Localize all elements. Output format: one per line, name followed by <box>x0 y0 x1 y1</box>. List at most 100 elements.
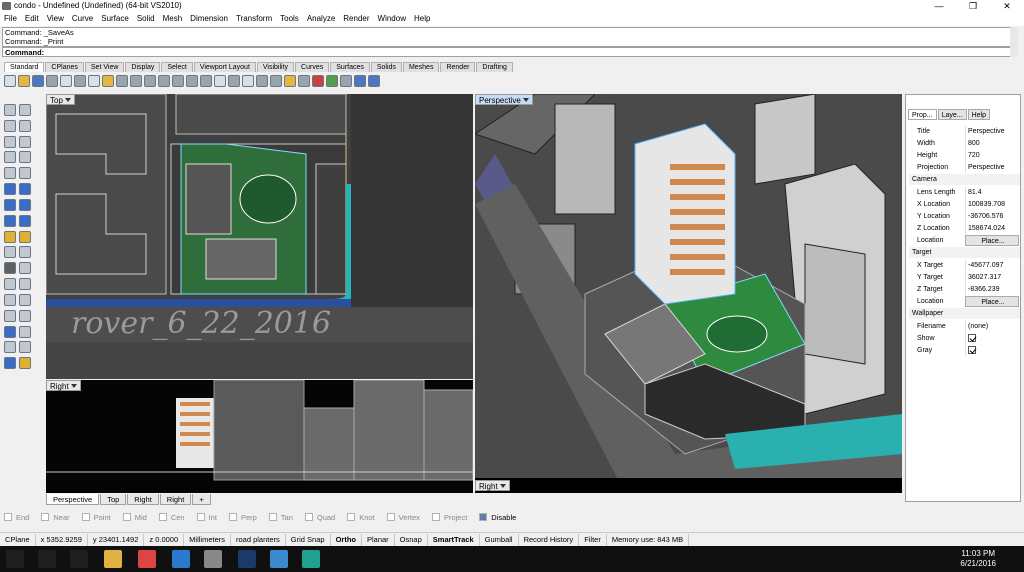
osnap-mid[interactable]: Mid <box>122 513 147 522</box>
tab-solids[interactable]: Solids <box>370 62 402 72</box>
open-file-icon[interactable] <box>18 75 30 87</box>
osnap-checkbox[interactable] <box>122 513 131 521</box>
edge-icon[interactable] <box>172 550 190 568</box>
command-input[interactable]: Command: <box>2 47 1016 57</box>
chevron-down-icon[interactable] <box>522 97 529 104</box>
surface-icon[interactable] <box>4 183 16 196</box>
task-view-icon[interactable] <box>70 550 88 568</box>
viewport-right-secondary[interactable]: Right <box>475 478 902 493</box>
filter-toggle[interactable]: Filter <box>579 533 607 546</box>
tab-viewport-layout[interactable]: Viewport Layout <box>193 62 256 72</box>
zoom-extents-icon[interactable] <box>186 75 198 87</box>
viewport-tab-top[interactable]: Top <box>100 494 127 505</box>
array-icon[interactable] <box>4 293 16 306</box>
menu-analyze[interactable]: Analyze <box>303 12 339 26</box>
zoom-icon[interactable] <box>158 75 170 87</box>
osnap-checkbox[interactable] <box>4 513 12 521</box>
osnap-knot[interactable]: Knot <box>347 513 375 522</box>
menu-curve[interactable]: Curve <box>68 12 97 26</box>
search-icon[interactable] <box>38 550 56 568</box>
tab-properties[interactable]: Prop... <box>908 109 937 120</box>
paste-icon[interactable] <box>102 75 114 87</box>
solid-icon[interactable] <box>19 198 31 211</box>
rotate-view-icon[interactable] <box>144 75 156 87</box>
check-icon[interactable] <box>19 341 31 354</box>
rotate-icon[interactable] <box>19 309 31 322</box>
osnap-quad[interactable]: Quad <box>304 513 335 522</box>
prop-value[interactable]: 100839.708 <box>965 199 1019 210</box>
prop-value[interactable]: 720 <box>965 150 1019 161</box>
tab-help[interactable]: Help <box>967 109 991 120</box>
mesh-icon[interactable] <box>4 230 16 243</box>
place-target-button[interactable]: Place... <box>965 296 1019 307</box>
osnap-end[interactable]: End <box>4 513 29 522</box>
record-history-toggle[interactable]: Record History <box>519 533 580 546</box>
photoshop-icon[interactable] <box>238 550 256 568</box>
osnap-checkbox[interactable] <box>228 513 237 521</box>
extrude-icon[interactable] <box>19 183 31 196</box>
osnap-point[interactable]: Point <box>81 513 111 522</box>
prop-value[interactable]: -45677.097 <box>965 260 1019 271</box>
menu-solid[interactable]: Solid <box>133 12 159 26</box>
rectangle-icon[interactable] <box>19 151 31 164</box>
osnap-checkbox[interactable] <box>268 513 277 521</box>
chevron-down-icon[interactable] <box>70 383 77 390</box>
render-tool-icon[interactable] <box>4 357 16 370</box>
viewport-label-right[interactable]: Right <box>46 380 81 391</box>
copy-icon[interactable] <box>88 75 100 87</box>
osnap-disable[interactable]: Disable <box>479 513 516 522</box>
undo-icon[interactable] <box>116 75 128 87</box>
menu-dimension[interactable]: Dimension <box>186 12 232 26</box>
boolean-icon[interactable] <box>19 214 31 227</box>
menu-surface[interactable]: Surface <box>97 12 133 26</box>
rhino-taskbar-icon[interactable] <box>204 550 222 568</box>
osnap-checkbox[interactable] <box>158 513 167 521</box>
layout-icon[interactable] <box>4 325 16 338</box>
zoom-window-icon[interactable] <box>172 75 184 87</box>
polygon-icon[interactable] <box>4 151 16 164</box>
osnap-checkbox[interactable] <box>479 513 488 521</box>
show-checkbox[interactable] <box>968 334 976 342</box>
point-icon[interactable] <box>19 104 31 116</box>
osnap-project[interactable]: Project <box>431 513 467 522</box>
paint-icon[interactable] <box>270 550 288 568</box>
tab-visibility[interactable]: Visibility <box>256 62 295 72</box>
current-layer[interactable]: road planters <box>231 533 286 546</box>
zoom-selected-icon[interactable] <box>200 75 212 87</box>
tab-display[interactable]: Display <box>125 62 161 72</box>
smarttrack-toggle[interactable]: SmartTrack <box>428 533 480 546</box>
viewport-tab-right[interactable]: Right <box>159 494 192 505</box>
mirror-icon[interactable] <box>19 293 31 306</box>
prop-value[interactable]: Perspective <box>965 126 1019 137</box>
curve-icon[interactable] <box>19 119 31 132</box>
osnap-toggle[interactable]: Osnap <box>395 533 428 546</box>
cut-icon[interactable] <box>74 75 86 87</box>
osnap-checkbox[interactable] <box>196 513 205 521</box>
close-button[interactable]: ✕ <box>992 0 1022 12</box>
grid-icon[interactable] <box>19 325 31 338</box>
planar-toggle[interactable]: Planar <box>362 533 395 546</box>
tab-select[interactable]: Select <box>161 62 193 72</box>
text-icon[interactable] <box>19 262 31 275</box>
explode-icon[interactable] <box>19 230 31 243</box>
join-icon[interactable] <box>4 278 16 291</box>
osnap-cen[interactable]: Cen <box>158 513 185 522</box>
cplane-indicator[interactable]: CPlane <box>0 533 36 546</box>
ortho-toggle[interactable]: Ortho <box>331 533 362 546</box>
menu-mesh[interactable]: Mesh <box>159 12 187 26</box>
box-icon[interactable] <box>4 198 16 211</box>
command-scrollbar[interactable] <box>1010 27 1018 57</box>
place-camera-button[interactable]: Place... <box>965 235 1019 246</box>
osnap-checkbox[interactable] <box>386 513 395 521</box>
menu-edit[interactable]: Edit <box>21 12 43 26</box>
viewport-right[interactable]: Right <box>46 380 473 493</box>
viewport-tab-perspective[interactable]: Perspective <box>46 494 100 505</box>
osnap-tan[interactable]: Tan <box>268 513 293 522</box>
osnap-checkbox[interactable] <box>431 513 440 521</box>
viewport-top[interactable]: rover_6_22_2016 Top <box>46 94 473 379</box>
hide-objects-icon[interactable] <box>270 75 282 87</box>
import-icon[interactable] <box>60 75 72 87</box>
maximize-viewport-icon[interactable] <box>228 75 240 87</box>
print-icon[interactable] <box>46 75 58 87</box>
polyline-icon[interactable] <box>4 119 16 132</box>
